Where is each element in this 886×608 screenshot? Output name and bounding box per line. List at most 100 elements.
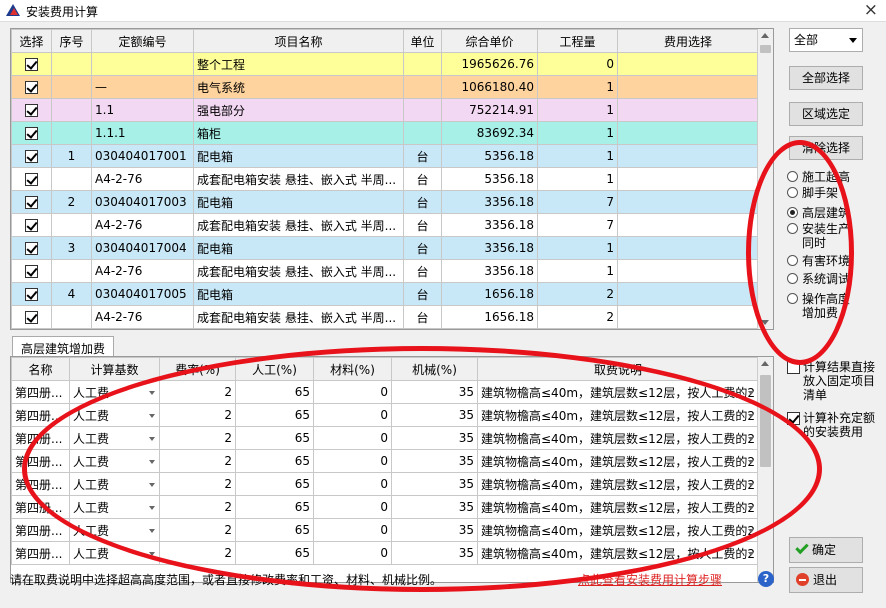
column-header[interactable]: 定额编号 <box>91 29 194 53</box>
unit-price[interactable]: 1656.18 <box>441 305 538 329</box>
fee-choice[interactable] <box>617 236 759 260</box>
unit-price[interactable]: 5356.18 <box>441 144 538 168</box>
material-percent[interactable]: 0 <box>313 426 392 450</box>
table-row[interactable]: 3 030404017004 配电箱台 3356.18 1 <box>11 236 759 260</box>
row-number[interactable] <box>51 167 92 191</box>
radio-button[interactable] <box>787 223 798 234</box>
table-row[interactable]: 第四册... 人工费 2 65 0 35 建筑物檐高≤40m，建筑层数≤12层，按人工费的2 <box>11 403 759 427</box>
table-row[interactable]: 2 030404017003 配电箱台 3356.18 7 <box>11 190 759 214</box>
radio-option[interactable]: 操作高度增加费 <box>787 292 858 320</box>
radio-button[interactable] <box>787 273 798 284</box>
quota-code[interactable]: — <box>91 75 194 99</box>
column-header[interactable]: 项目名称 <box>193 29 404 53</box>
unit[interactable] <box>403 121 442 145</box>
item-name[interactable]: 成套配电箱安装 悬挂、嵌入式 半周... <box>193 305 404 329</box>
radio-button[interactable] <box>787 187 798 198</box>
machine-percent[interactable]: 35 <box>391 541 478 565</box>
close-icon[interactable]: × <box>864 0 878 20</box>
fee-choice[interactable] <box>617 121 759 145</box>
quantity[interactable]: 1 <box>537 167 618 191</box>
quantity[interactable]: 0 <box>537 52 618 76</box>
fee-description-select[interactable]: 建筑物檐高≤40m，建筑层数≤12层，按人工费的2 <box>477 380 759 404</box>
item-name[interactable]: 箱柜 <box>193 121 404 145</box>
row-checkbox[interactable] <box>25 81 38 94</box>
check-supplement[interactable]: 计算补充定额的安装费用 <box>787 411 879 439</box>
quantity[interactable]: 1 <box>537 75 618 99</box>
quantity[interactable]: 1 <box>537 98 618 122</box>
unit[interactable] <box>403 75 442 99</box>
machine-percent[interactable]: 35 <box>391 426 478 450</box>
column-header[interactable]: 取费说明 <box>477 357 759 381</box>
calc-base-select[interactable]: 人工费 <box>69 541 160 565</box>
unit[interactable]: 台 <box>403 282 442 306</box>
row-checkbox[interactable] <box>25 196 38 209</box>
unit-price[interactable]: 83692.34 <box>441 121 538 145</box>
quantity[interactable]: 1 <box>537 121 618 145</box>
fee-rate[interactable]: 2 <box>159 518 236 542</box>
ok-button[interactable]: 确定 <box>789 537 863 563</box>
calc-base-select[interactable]: 人工费 <box>69 403 160 427</box>
quota-code[interactable] <box>91 52 194 76</box>
exit-button[interactable]: 退出 <box>789 567 863 593</box>
column-header[interactable]: 材料(%) <box>313 357 392 381</box>
column-header[interactable]: 人工(%) <box>235 357 314 381</box>
table-row[interactable]: 1.1.1 箱柜 83692.34 1 <box>11 121 759 145</box>
quota-code[interactable]: A4-2-76 <box>91 305 194 329</box>
fee-choice[interactable] <box>617 167 759 191</box>
quota-code[interactable]: 030404017004 <box>91 236 194 260</box>
unit-price[interactable]: 3356.18 <box>441 190 538 214</box>
row-number[interactable] <box>51 259 92 283</box>
labor-percent[interactable]: 65 <box>235 495 314 519</box>
fee-name[interactable]: 第四册... <box>11 403 70 427</box>
row-checkbox[interactable] <box>25 173 38 186</box>
radio-button[interactable] <box>787 293 798 304</box>
radio-option[interactable]: 安装生产同时 <box>787 222 858 250</box>
item-grid-scrollbar[interactable] <box>757 29 773 329</box>
radio-option[interactable]: 系统调试 <box>787 272 858 286</box>
labor-percent[interactable]: 65 <box>235 472 314 496</box>
unit[interactable]: 台 <box>403 259 442 283</box>
help-icon[interactable]: ? <box>758 571 774 587</box>
fee-description-select[interactable]: 建筑物檐高≤40m，建筑层数≤12层，按人工费的2 <box>477 403 759 427</box>
unit-price[interactable]: 3356.18 <box>441 213 538 237</box>
fee-rate[interactable]: 2 <box>159 380 236 404</box>
checkbox-fixed-list[interactable] <box>787 361 800 374</box>
select-cell[interactable] <box>11 305 52 329</box>
material-percent[interactable]: 0 <box>313 380 392 404</box>
row-checkbox[interactable] <box>25 288 38 301</box>
fee-name[interactable]: 第四册... <box>11 380 70 404</box>
row-number[interactable]: 3 <box>51 236 92 260</box>
table-row[interactable]: A4-2-76 成套配电箱安装 悬挂、嵌入式 半周... 台 3356.18 7 <box>11 213 759 237</box>
select-cell[interactable] <box>11 190 52 214</box>
column-header[interactable]: 名称 <box>11 357 70 381</box>
radio-option[interactable]: 有害环境 <box>787 254 858 268</box>
unit[interactable]: 台 <box>403 213 442 237</box>
clear-select-button[interactable]: 清除选择 <box>789 136 863 160</box>
row-number[interactable] <box>51 305 92 329</box>
machine-percent[interactable]: 35 <box>391 403 478 427</box>
fee-rate[interactable]: 2 <box>159 403 236 427</box>
fee-choice[interactable] <box>617 259 759 283</box>
unit[interactable]: 台 <box>403 305 442 329</box>
unit-price[interactable]: 1656.18 <box>441 282 538 306</box>
fee-rate[interactable]: 2 <box>159 472 236 496</box>
quantity[interactable]: 1 <box>537 259 618 283</box>
table-row[interactable]: 4 030404017005 配电箱台 1656.18 2 <box>11 282 759 306</box>
unit[interactable]: 台 <box>403 190 442 214</box>
row-number[interactable] <box>51 121 92 145</box>
column-header[interactable]: 机械(%) <box>391 357 478 381</box>
quota-code[interactable]: A4-2-76 <box>91 213 194 237</box>
unit-price[interactable]: 752214.91 <box>441 98 538 122</box>
tab-high-rise-fee[interactable]: 高层建筑增加费 <box>12 336 115 356</box>
radio-option[interactable]: 脚手架 <box>787 186 858 200</box>
table-row[interactable]: — 电气系统 1066180.40 1 <box>11 75 759 99</box>
unit[interactable] <box>403 98 442 122</box>
row-number[interactable]: 4 <box>51 282 92 306</box>
column-header[interactable]: 选择 <box>11 29 52 53</box>
row-checkbox[interactable] <box>25 58 38 71</box>
labor-percent[interactable]: 65 <box>235 426 314 450</box>
quantity[interactable]: 2 <box>537 282 618 306</box>
fee-description-select[interactable]: 建筑物檐高≤40m，建筑层数≤12层，按人工费的2 <box>477 449 759 473</box>
scroll-down-icon[interactable] <box>761 320 769 325</box>
item-name[interactable]: 配电箱 <box>193 190 404 214</box>
